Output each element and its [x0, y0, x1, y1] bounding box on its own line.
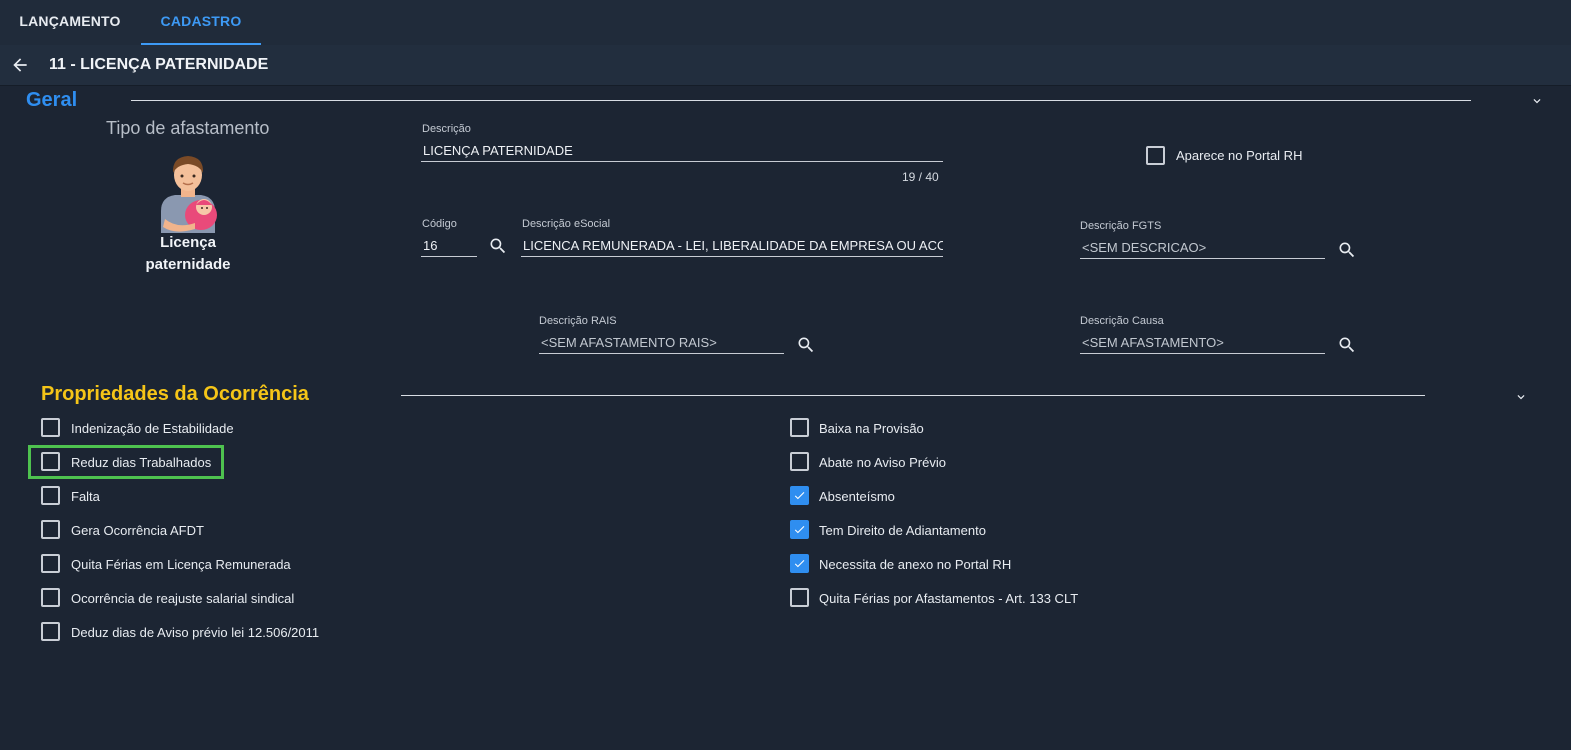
chevron-down-icon[interactable]: [1514, 390, 1528, 404]
direito-adiantamento-checkbox[interactable]: [790, 520, 809, 539]
reajuste-salarial-checkbox[interactable]: [41, 588, 60, 607]
descricao-causa-input[interactable]: <SEM AFASTAMENTO>: [1080, 332, 1325, 354]
rais-search-icon[interactable]: [796, 335, 816, 355]
tipo-name-line2: paternidade: [145, 256, 231, 273]
page-title: 11 - LICENÇA PATERNIDADE: [49, 56, 269, 73]
anexo-portal-rh-checkbox[interactable]: [790, 554, 809, 573]
tipo-afastamento-name: Licença paternidade: [128, 232, 248, 276]
direito-adiantamento-label: Tem Direito de Adiantamento: [819, 523, 986, 538]
descricao-rais-label: Descrição RAIS: [539, 315, 617, 327]
quita-ferias-licenca-label: Quita Férias em Licença Remunerada: [71, 557, 291, 572]
codigo-input[interactable]: 16: [421, 235, 477, 257]
portal-rh-label: Aparece no Portal RH: [1176, 148, 1303, 163]
tipo-name-line1: Licença: [160, 234, 216, 251]
gera-ocorrencia-afdt-label: Gera Ocorrência AFDT: [71, 523, 204, 538]
chevron-down-icon[interactable]: [1530, 94, 1544, 108]
baixa-provisao-checkbox[interactable]: [790, 418, 809, 437]
baixa-provisao-label: Baixa na Provisão: [819, 421, 924, 436]
check-icon: [794, 526, 805, 534]
tab-bar: LANÇAMENTO CADASTRO: [0, 0, 1571, 45]
back-arrow-icon[interactable]: [10, 55, 30, 75]
descricao-input[interactable]: LICENÇA PATERNIDADE: [421, 140, 943, 162]
abate-aviso-previo-label: Abate no Aviso Prévio: [819, 455, 946, 470]
highlight-box: [28, 445, 224, 479]
descricao-fgts-label: Descrição FGTS: [1080, 220, 1162, 232]
check-icon: [794, 492, 805, 500]
codigo-search-icon[interactable]: [488, 236, 508, 256]
descricao-counter: 19 / 40: [902, 170, 939, 184]
descricao-fgts-input[interactable]: <SEM DESCRICAO>: [1080, 237, 1325, 259]
tab-cadastro[interactable]: CADASTRO: [141, 0, 261, 45]
section-title-propriedades: Propriedades da Ocorrência: [41, 383, 309, 405]
descricao-label: Descrição: [422, 123, 471, 135]
anexo-portal-rh-label: Necessita de anexo no Portal RH: [819, 557, 1012, 572]
codigo-label: Código: [422, 218, 457, 230]
descricao-causa-label: Descrição Causa: [1080, 315, 1164, 327]
deduz-aviso-previo-label: Deduz dias de Aviso prévio lei 12.506/20…: [71, 625, 320, 640]
section-divider: [401, 395, 1425, 396]
causa-search-icon[interactable]: [1337, 335, 1357, 355]
quita-ferias-afastamentos-checkbox[interactable]: [790, 588, 809, 607]
father-with-baby-icon: [161, 156, 217, 233]
check-icon: [794, 560, 805, 568]
quita-ferias-licenca-checkbox[interactable]: [41, 554, 60, 573]
descricao-esocial-input[interactable]: LICENCA REMUNERADA - LEI, LIBERALIDADE D…: [521, 235, 943, 257]
falta-checkbox[interactable]: [41, 486, 60, 505]
absenteismo-checkbox[interactable]: [790, 486, 809, 505]
gera-ocorrencia-afdt-checkbox[interactable]: [41, 520, 60, 539]
quita-ferias-afastamentos-label: Quita Férias por Afastamentos - Art. 133…: [819, 591, 1079, 606]
section-divider: [131, 100, 1471, 101]
absenteismo-label: Absenteísmo: [819, 489, 895, 504]
descricao-rais-input[interactable]: <SEM AFASTAMENTO RAIS>: [539, 332, 784, 354]
descricao-esocial-label: Descrição eSocial: [522, 218, 611, 230]
indenizacao-estabilidade-label: Indenização de Estabilidade: [71, 421, 234, 436]
falta-label: Falta: [71, 489, 100, 504]
tab-lancamento[interactable]: LANÇAMENTO: [0, 0, 140, 45]
fgts-search-icon[interactable]: [1337, 240, 1357, 260]
abate-aviso-previo-checkbox[interactable]: [790, 452, 809, 471]
portal-rh-checkbox[interactable]: [1146, 146, 1165, 165]
deduz-aviso-previo-checkbox[interactable]: [41, 622, 60, 641]
section-title-geral: Geral: [26, 89, 78, 111]
indenizacao-estabilidade-checkbox[interactable]: [41, 418, 60, 437]
reajuste-salarial-label: Ocorrência de reajuste salarial sindical: [71, 591, 295, 606]
title-bar: 11 - LICENÇA PATERNIDADE: [0, 45, 1571, 86]
tipo-afastamento-label: Tipo de afastamento: [106, 118, 270, 138]
